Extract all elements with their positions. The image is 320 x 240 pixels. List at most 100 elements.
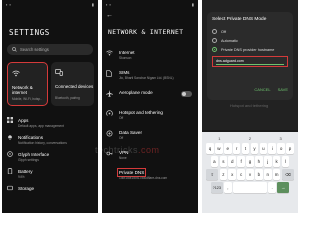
suggestion[interactable]: 3 — [280, 136, 282, 141]
network-item-sims[interactable]: SIMs Jio, Bharti Sanchar Nigam Ltd. (BSN… — [106, 66, 196, 86]
card-subtitle: Mobile, Wi-Fi, hotsp.. — [12, 97, 42, 101]
on-screen-keyboard: 1 2 3 q w e r t y u i o p a s d f g h j … — [202, 132, 298, 213]
item-subtitle: Notification history, conversations — [18, 141, 67, 145]
battery-icon — [7, 168, 13, 174]
private-dns-dialog: Select Private DNS Mode Off Automatic Pr… — [207, 12, 293, 100]
key[interactable]: n — [263, 169, 272, 180]
option-off[interactable]: Off — [212, 27, 288, 36]
status-bar: ▪ ▪ ▮ — [106, 2, 194, 7]
backspace-key[interactable]: ⌫ — [281, 169, 294, 180]
period-key[interactable]: . — [268, 182, 276, 193]
settings-item-battery[interactable]: Battery 94% — [7, 165, 97, 182]
keyboard-row-1: q w e r t y u i o p — [204, 143, 296, 154]
search-input[interactable]: Search settings — [7, 44, 93, 55]
settings-item-apps[interactable]: Apps Default apps, app management — [7, 114, 97, 131]
watermark-suffix: .com — [138, 145, 160, 155]
shift-key[interactable]: ⇧ — [206, 169, 219, 180]
network-item-aeroplane[interactable]: Aeroplane mode — [106, 86, 196, 106]
item-title: Notifications — [18, 135, 44, 140]
watermark-main: techtricks — [95, 145, 139, 155]
enter-key[interactable]: → — [277, 182, 290, 193]
key[interactable]: r — [232, 143, 241, 154]
option-provider-hostname[interactable]: Private DNS provider hostname — [212, 45, 288, 54]
key[interactable]: v — [246, 169, 254, 180]
cancel-button[interactable]: CANCEL — [254, 87, 270, 92]
dialog-title: Select Private DNS Mode — [212, 17, 267, 22]
suggestion[interactable]: 2 — [249, 136, 251, 141]
settings-item-notifications[interactable]: Notifications Notification history, conv… — [7, 131, 97, 148]
key[interactable]: c — [237, 169, 245, 180]
storage-icon — [7, 185, 13, 191]
key[interactable]: f — [237, 156, 245, 167]
option-automatic[interactable]: Automatic — [212, 36, 288, 45]
suggestion[interactable]: 1 — [218, 136, 220, 141]
network-item-internet[interactable]: Internet Skonson — [106, 46, 196, 66]
network-item-hotspot[interactable]: Hotspot and tethering Off — [106, 106, 196, 126]
key[interactable]: y — [250, 143, 259, 154]
key[interactable]: o — [277, 143, 285, 154]
key[interactable]: x — [228, 169, 237, 180]
connected-devices-card[interactable]: Connected devices Bluetooth, pairing — [51, 62, 94, 106]
network-item-data-saver[interactable]: Data Saver Off — [106, 126, 196, 146]
key[interactable]: e — [223, 143, 232, 154]
page-title: NETWORK & INTERNET — [108, 29, 184, 36]
settings-item-storage[interactable]: Storage — [7, 182, 97, 199]
back-arrow-icon[interactable]: ← — [106, 12, 113, 19]
item-subtitle: Off — [119, 116, 124, 120]
item-subtitle: Off — [119, 136, 124, 140]
settings-item-glyph[interactable]: Glyph Interface Glyph settings — [7, 148, 97, 165]
key[interactable]: h — [255, 156, 263, 167]
key[interactable]: l — [281, 156, 290, 167]
network-internet-card[interactable]: Network & internet Mobile, Wi-Fi, hotsp.… — [7, 62, 48, 106]
key[interactable]: a — [210, 156, 219, 167]
key[interactable]: u — [259, 143, 268, 154]
option-label: Off — [221, 29, 226, 34]
key[interactable]: s — [219, 156, 228, 167]
radio-button[interactable] — [212, 29, 217, 34]
key[interactable]: q — [206, 143, 214, 154]
comma-key[interactable]: , — [224, 182, 232, 193]
key[interactable]: i — [268, 143, 277, 154]
suggestion-bar: 1 2 3 — [204, 134, 296, 142]
keyboard-row-4: ?123 , . → — [204, 182, 296, 193]
key[interactable]: j — [263, 156, 272, 167]
save-button[interactable]: SAVE — [278, 87, 288, 92]
key[interactable]: k — [272, 156, 281, 167]
item-subtitle: Glyph settings — [18, 158, 39, 162]
network-screen: ▪ ▪ ▮ ← NETWORK & INTERNET Internet Skons… — [102, 0, 198, 213]
item-title: SIMs — [119, 70, 130, 75]
item-title: Apps — [18, 118, 29, 123]
radio-button[interactable] — [212, 38, 217, 43]
key[interactable]: d — [228, 156, 237, 167]
item-subtitle: Skonson — [119, 56, 132, 60]
key[interactable]: z — [219, 169, 228, 180]
key[interactable]: w — [215, 143, 223, 154]
network-item-private-dns[interactable]: Private DNS 1dot1dot1dot1.cloudflare-dns… — [106, 166, 196, 186]
devices-icon — [55, 69, 63, 76]
airplane-icon — [106, 90, 113, 97]
space-key[interactable] — [233, 182, 267, 193]
card-subtitle: Bluetooth, pairing — [55, 96, 80, 100]
page-title: SETTINGS — [9, 28, 50, 37]
keyboard-row-2: a s d f g h j k l — [204, 156, 296, 167]
key[interactable]: b — [255, 169, 263, 180]
item-title: Hotspot and tethering — [119, 110, 163, 115]
option-label: Private DNS provider hostname — [221, 47, 275, 52]
key[interactable]: t — [241, 143, 250, 154]
item-subtitle: None — [119, 156, 127, 160]
radio-button-selected[interactable] — [212, 47, 217, 52]
item-subtitle: 94% — [18, 175, 25, 179]
hostname-input[interactable]: dns.adguard.com — [212, 56, 288, 67]
key[interactable]: g — [246, 156, 254, 167]
apps-icon — [7, 117, 13, 123]
item-title: Data Saver — [119, 130, 142, 135]
data-saver-icon — [106, 130, 113, 137]
wifi-icon — [106, 50, 113, 56]
search-icon — [12, 47, 17, 52]
key[interactable]: m — [272, 169, 281, 180]
aeroplane-toggle[interactable] — [181, 91, 192, 97]
hotspot-icon — [106, 110, 113, 116]
item-subtitle: Default apps, app management — [18, 124, 65, 128]
key[interactable]: p — [286, 143, 294, 154]
symbols-key[interactable]: ?123 — [210, 182, 223, 193]
